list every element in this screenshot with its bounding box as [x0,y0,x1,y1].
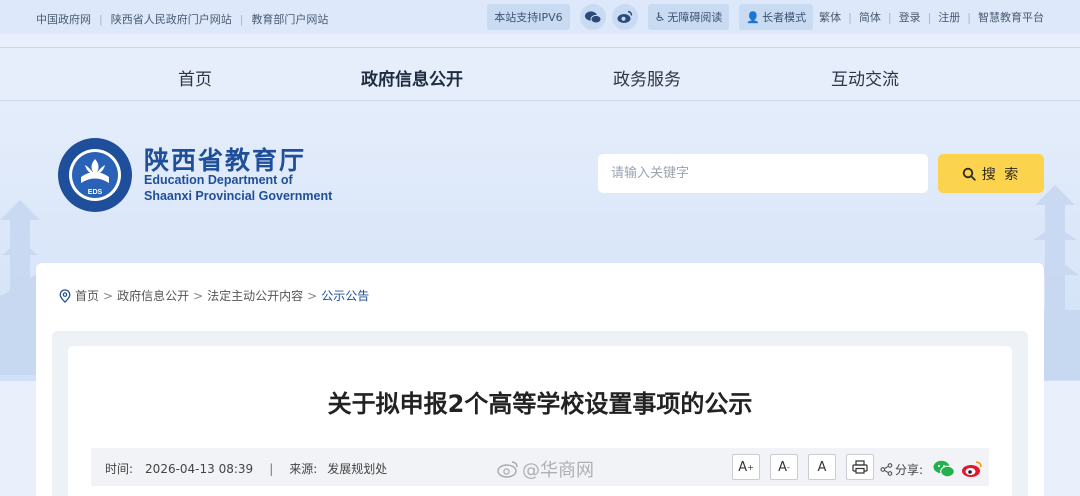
logo-title-cn: 陕西省教育厅 [144,146,307,175]
time-label: 时间: [105,462,134,476]
breadcrumb-statutory[interactable]: 法定主动公开内容 [207,287,303,304]
accessibility-label: 无障碍阅读 [667,11,723,24]
nav-item-gov-info[interactable]: 政府信息公开 [361,65,463,90]
source-label: 来源: [289,462,318,476]
accessibility-button[interactable]: ♿ 无障碍阅读 [647,4,730,30]
wheelchair-icon: ♿ [654,10,666,24]
share-label: 分享: [895,462,924,477]
font-size-default-button[interactable]: A [808,454,836,480]
article-title: 关于拟申报2个高等学校设置事项的公示 [327,390,753,418]
divider: | [269,461,274,476]
divider: | [99,12,103,26]
top-right-tools: 本站支持IPV6 ♿ 无障碍阅读 👤 长者模式 繁体 | 简体 | 登录 | 注… [487,4,1044,30]
nav-item-services[interactable]: 政务服务 [613,65,681,90]
font-size-medium-button[interactable]: A- [770,454,798,480]
weibo-icon[interactable] [611,4,638,30]
simplified-chinese-link[interactable]: 简体 [859,9,881,25]
search-button-label: 搜 索 [981,166,1021,183]
elder-mode-label: 长者模式 [762,11,807,24]
logo-title-en-line2: Shaanxi Provincial Government [144,189,333,203]
link-moe[interactable]: 教育部门户网站 [251,11,328,27]
login-link[interactable]: 登录 [899,9,921,25]
divider: | [887,10,892,24]
breadcrumb-separator: > [193,288,204,303]
divider: | [848,10,852,24]
nav-item-home[interactable]: 首页 [178,65,212,90]
search-button[interactable]: 搜 索 [938,154,1044,193]
print-button[interactable] [846,454,874,480]
wechat-icon[interactable] [579,4,606,30]
breadcrumb-separator: > [103,288,114,303]
ipv6-badge: 本站支持IPV6 [487,4,570,30]
divider: | [967,10,971,24]
print-icon [852,460,868,474]
breadcrumb-gov-info[interactable]: 政府信息公开 [117,287,189,304]
source-value: 发展规划处 [327,462,388,476]
breadcrumb: 首页 > 政府信息公开 > 法定主动公开内容 > 公示公告 [59,287,369,304]
main-nav: 首页 政府信息公开 政务服务 互动交流 [0,47,1080,101]
share-weibo-icon[interactable] [961,460,983,478]
register-link[interactable]: 注册 [938,9,960,25]
publish-time: 2026-04-13 08:39 [145,461,254,476]
font-size-large-button[interactable]: A + [732,454,760,480]
breadcrumb-home[interactable]: 首页 [75,287,99,304]
location-pin-icon [59,288,71,303]
font-small-label: A [817,459,827,475]
divider: | [927,10,932,24]
emblem-label: EDS [88,189,103,196]
share-wechat-icon[interactable] [933,460,955,478]
article-meta-info: 时间: 2026-04-13 08:39 | 来源: 发展规划处 [105,460,387,477]
watermark: @华商网 [497,456,594,482]
traditional-chinese-link[interactable]: 繁体 [819,9,841,25]
search-input[interactable] [598,154,928,193]
link-china-gov[interactable]: 中国政府网 [36,11,91,27]
top-links: 中国政府网 | 陕西省人民政府门户网站 | 教育部门户网站 [36,11,328,27]
elder-icon: 👤 [746,10,761,24]
education-dept-emblem-icon: EDS [58,138,132,212]
font-large-label: A [738,459,748,475]
smart-education-link[interactable]: 智慧教育平台 [978,9,1044,25]
link-shaanxi-gov[interactable]: 陕西省人民政府门户网站 [111,11,232,27]
elder-mode-button[interactable]: 👤 长者模式 [739,4,814,30]
top-utility-bar: 中国政府网 | 陕西省人民政府门户网站 | 教育部门户网站 本站支持IPV6 ♿… [0,0,1080,34]
share-icon [880,462,893,476]
watermark-text: @华商网 [522,460,594,481]
weibo-watermark-icon [497,461,518,478]
logo-title-en-line1: Education Department of [144,173,293,187]
breadcrumb-separator: > [307,288,318,303]
divider: | [239,12,244,26]
share-area: 分享: [880,460,983,478]
breadcrumb-current[interactable]: 公示公告 [321,287,369,304]
nav-item-interaction[interactable]: 互动交流 [831,65,899,90]
search-icon [962,167,976,181]
font-medium-label: A [778,459,787,475]
